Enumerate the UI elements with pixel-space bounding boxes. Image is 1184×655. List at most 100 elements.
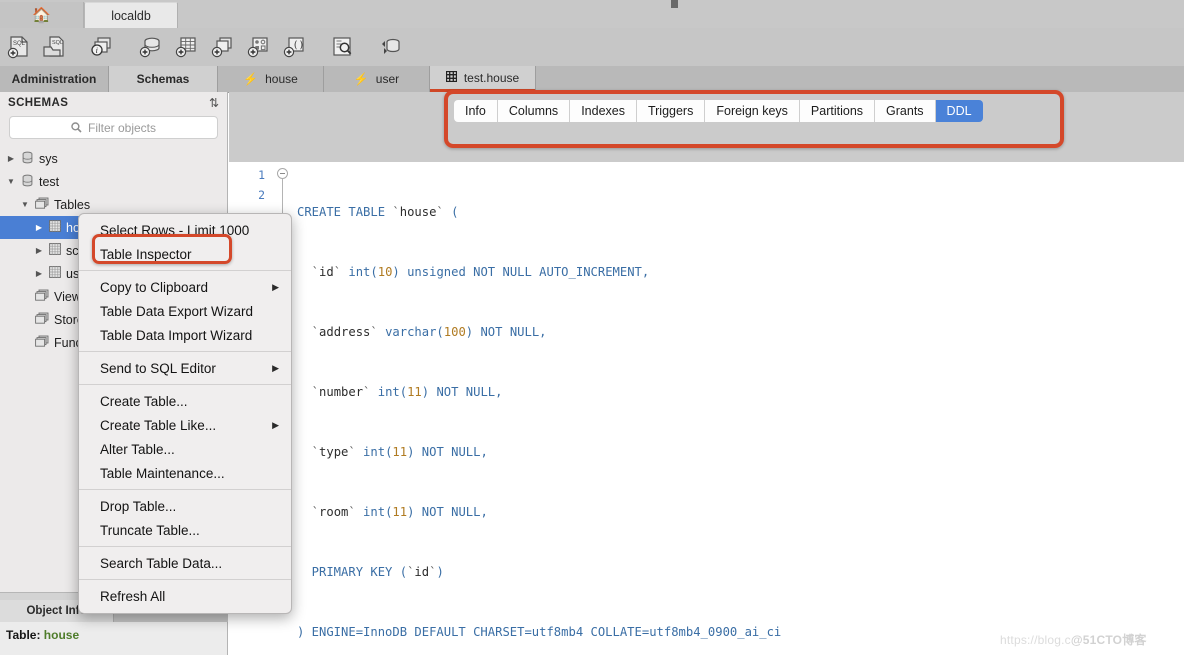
menu-item-alter-table[interactable]: Alter Table... <box>79 437 291 461</box>
menu-item-table-data-import-wizard[interactable]: Table Data Import Wizard <box>79 323 291 347</box>
menu-item-truncate-table[interactable]: Truncate Table... <box>79 518 291 542</box>
ddl-code-editor[interactable]: 1 2 CREATE TABLE `house` ( `id` int(10) … <box>229 162 1184 655</box>
code-line-7: PRIMARY KEY (`id`) <box>297 565 444 579</box>
menu-item-create-table-like[interactable]: Create Table Like... ▶ <box>79 413 291 437</box>
tab-triggers-label: Triggers <box>647 104 694 118</box>
tabstrip-empty-area <box>178 1 1184 28</box>
main-tab-bar: Administration Schemas ⚡ house ⚡ user te… <box>0 66 1184 93</box>
line-number: 2 <box>258 188 265 202</box>
tab-triggers[interactable]: Triggers <box>636 100 706 122</box>
open-sql-script-icon[interactable]: SQL <box>36 30 72 64</box>
new-schema-icon[interactable] <box>132 30 168 64</box>
menu-item-create-table-label: Create Table... <box>100 393 188 409</box>
home-tab[interactable]: 🏠 <box>0 2 84 28</box>
tab-foreign-keys[interactable]: Foreign keys <box>705 100 800 122</box>
tab-info-label: Info <box>465 104 486 118</box>
schemas-header-label: SCHEMAS <box>8 97 69 109</box>
tab-indexes[interactable]: Indexes <box>570 100 637 122</box>
tab-grants[interactable]: Grants <box>875 100 936 122</box>
submenu-arrow-icon: ▶ <box>272 281 279 292</box>
schema-icon <box>21 174 34 190</box>
table-editor-content: Info Columns Indexes Triggers Foreign ke… <box>229 92 1184 655</box>
tab-columns[interactable]: Columns <box>497 100 571 122</box>
menu-item-copy-to-clipboard[interactable]: Copy to Clipboard ▶ <box>79 275 291 299</box>
new-procedure-icon[interactable] <box>240 30 276 64</box>
tab-test-house-label: test.house <box>463 70 520 85</box>
menu-item-table-maintenance[interactable]: Table Maintenance... <box>79 461 291 485</box>
chevron-down-icon[interactable]: ▼ <box>20 200 30 209</box>
menu-item-send-to-sql-editor[interactable]: Send to SQL Editor ▶ <box>79 356 291 380</box>
chevron-right-icon[interactable]: ▶ <box>34 269 44 278</box>
new-table-icon[interactable] <box>168 30 204 64</box>
tab-user[interactable]: ⚡ user <box>324 66 430 92</box>
lightning-icon: ⚡ <box>243 72 259 86</box>
tab-columns-label: Columns <box>508 104 559 118</box>
new-function-icon[interactable]: () <box>276 30 312 64</box>
menu-item-search-table-data-label: Search Table Data... <box>100 555 223 571</box>
tab-partitions[interactable]: Partitions <box>799 100 876 122</box>
search-icon <box>71 122 82 133</box>
tree-item-sys[interactable]: ▶ sys <box>0 147 227 170</box>
chevron-right-icon[interactable]: ▶ <box>34 223 44 232</box>
code-line-8: ) ENGINE=InnoDB DEFAULT CHARSET=utf8mb4 … <box>297 625 782 639</box>
menu-separator <box>79 384 291 385</box>
menu-item-refresh-all-label: Refresh All <box>100 588 166 604</box>
refresh-icon[interactable]: ⇅ <box>209 97 219 109</box>
chevron-right-icon[interactable]: ▶ <box>6 154 16 163</box>
tab-grants-label: Grants <box>886 104 924 118</box>
filter-objects-input[interactable]: Filter objects <box>9 116 218 139</box>
menu-item-table-maintenance-label: Table Maintenance... <box>100 465 225 481</box>
chevron-down-icon[interactable]: ▼ <box>6 177 16 186</box>
tab-ddl-label: DDL <box>946 104 972 118</box>
code-line-3: `address` varchar(100) NOT NULL, <box>297 325 547 339</box>
menu-item-drop-table[interactable]: Drop Table... <box>79 494 291 518</box>
table-icon <box>49 243 61 258</box>
connection-tab-localdb[interactable]: localdb <box>84 2 178 28</box>
menu-item-truncate-table-label: Truncate Table... <box>100 522 200 538</box>
table-grid-icon <box>445 70 457 85</box>
tab-house[interactable]: ⚡ house <box>218 66 324 92</box>
table-context-menu: Select Rows - Limit 1000 Table Inspector… <box>78 213 292 614</box>
tab-administration[interactable]: Administration <box>0 66 109 92</box>
menu-separator <box>79 489 291 490</box>
code-line-1: CREATE TABLE `house` ( <box>297 205 459 219</box>
tab-foreign-keys-label: Foreign keys <box>716 104 788 118</box>
chevron-right-icon[interactable]: ▶ <box>34 246 44 255</box>
tree-item-test[interactable]: ▼ test <box>0 170 227 193</box>
sql-code-block[interactable]: CREATE TABLE `house` ( `id` int(10) unsi… <box>297 162 781 655</box>
tab-info[interactable]: Info <box>454 100 498 122</box>
menu-item-table-data-export-wizard[interactable]: Table Data Export Wizard <box>79 299 291 323</box>
reconnect-dbms-icon[interactable] <box>372 30 408 64</box>
menu-separator <box>79 270 291 271</box>
schema-icon <box>21 151 34 167</box>
object-info-value: house <box>43 628 80 642</box>
new-view-icon[interactable] <box>204 30 240 64</box>
lightning-icon: ⚡ <box>353 72 369 86</box>
watermark: https://blog.c@51CTO博客 <box>1000 631 1147 648</box>
svg-text:SQL: SQL <box>13 41 26 47</box>
svg-text:(): () <box>293 40 305 51</box>
object-info-key: Table: <box>6 628 41 642</box>
connection-info-icon[interactable]: i <box>84 30 120 64</box>
folder-icon <box>35 289 49 304</box>
search-data-icon[interactable] <box>324 30 360 64</box>
tab-test-house[interactable]: test.house <box>430 66 536 92</box>
menu-item-create-table[interactable]: Create Table... <box>79 389 291 413</box>
home-icon: 🏠 <box>32 6 51 24</box>
folder-icon <box>35 197 49 212</box>
table-icon <box>49 266 61 281</box>
menu-item-table-inspector[interactable]: Table Inspector <box>79 242 291 266</box>
menu-item-search-table-data[interactable]: Search Table Data... <box>79 551 291 575</box>
menu-item-select-rows[interactable]: Select Rows - Limit 1000 <box>79 218 291 242</box>
fold-collapse-icon[interactable] <box>277 168 288 179</box>
watermark-brand: @51CTO博客 <box>1070 633 1147 647</box>
filter-objects-placeholder: Filter objects <box>87 120 157 135</box>
menu-item-refresh-all[interactable]: Refresh All <box>79 584 291 608</box>
tab-ddl[interactable]: DDL <box>935 100 983 122</box>
submenu-arrow-icon: ▶ <box>272 362 279 373</box>
tab-indexes-label: Indexes <box>581 104 625 118</box>
new-sql-tab-icon[interactable]: SQL <box>0 30 36 64</box>
tab-schemas[interactable]: Schemas <box>109 66 218 92</box>
filter-objects-wrap: Filter objects <box>0 114 227 145</box>
svg-text:i: i <box>96 46 98 55</box>
